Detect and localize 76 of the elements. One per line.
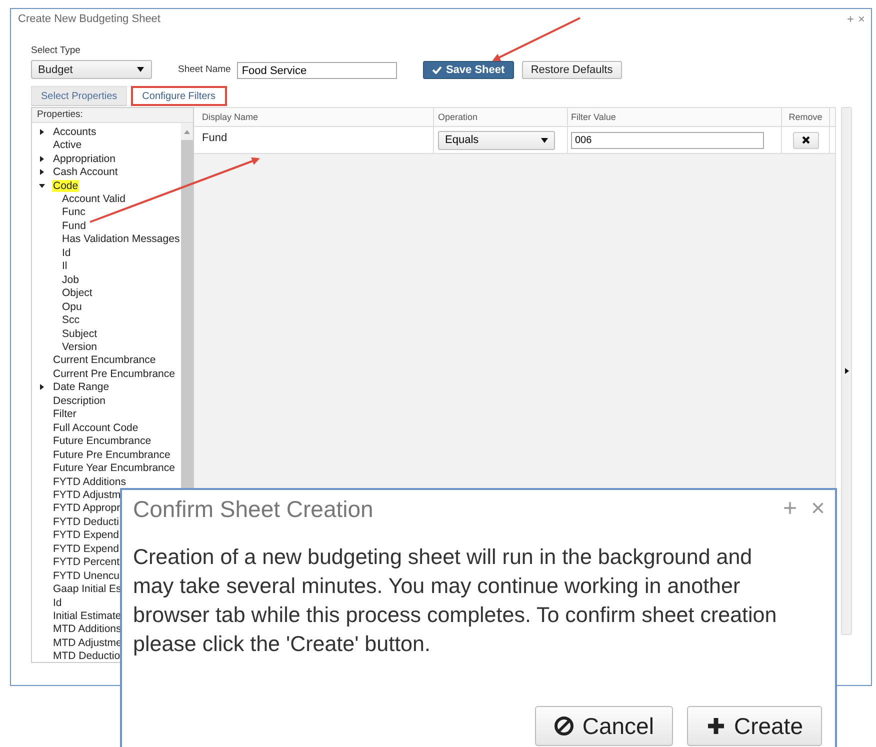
- close-icon: [802, 136, 810, 144]
- tree-item[interactable]: Code: [52, 180, 80, 192]
- tree-item[interactable]: Appropriation: [52, 152, 116, 165]
- create-button[interactable]: Create: [686, 706, 822, 746]
- tree-item[interactable]: MTD Deductio: [52, 650, 122, 662]
- sheet-name-field[interactable]: Food Service: [236, 62, 397, 79]
- column-header: Filter Value: [568, 108, 782, 126]
- column-header: Operation: [434, 108, 568, 126]
- caret-icon: [541, 138, 548, 142]
- operation-dropdown[interactable]: Equals: [438, 130, 555, 150]
- tree-item[interactable]: Filter: [52, 408, 78, 420]
- maximize-button[interactable]: +: [846, 13, 854, 25]
- tree-item[interactable]: Id: [52, 596, 63, 609]
- tree-item[interactable]: FYTD Additions: [52, 476, 127, 488]
- tree-item[interactable]: Initial Estimate: [52, 610, 122, 622]
- check-icon: [432, 66, 442, 74]
- caret-icon[interactable]: [39, 384, 45, 390]
- cancel-button[interactable]: Cancel: [535, 706, 673, 746]
- dialog-title: Confirm Sheet Creation: [133, 496, 374, 522]
- tree-item[interactable]: Active: [52, 139, 83, 152]
- caret-icon: [137, 67, 144, 72]
- tree-item[interactable]: Accounts: [52, 126, 98, 138]
- tree-item[interactable]: Fund: [61, 220, 87, 232]
- tree-item[interactable]: MTD Additions: [52, 623, 122, 636]
- save-button[interactable]: Save Sheet: [422, 61, 514, 79]
- field-label: Select Type: [31, 45, 82, 56]
- tree-item[interactable]: Version: [61, 340, 98, 353]
- tree-item[interactable]: FYTD Percent: [52, 556, 121, 568]
- tree-item[interactable]: Opu: [61, 300, 83, 313]
- tree-item[interactable]: FYTD Adjustm: [52, 488, 122, 501]
- tree-item[interactable]: Current Pre Encumbrance: [52, 368, 176, 380]
- table-cell: Fund: [194, 127, 434, 153]
- expand-icon: [844, 368, 848, 374]
- caret-icon[interactable]: [39, 156, 45, 162]
- tree-item[interactable]: Object: [61, 287, 94, 300]
- scroll-up-icon: [184, 130, 190, 134]
- tree-item[interactable]: Cash Account: [52, 166, 119, 178]
- tree-item[interactable]: FYTD Expend: [52, 542, 120, 555]
- tree-item[interactable]: Description: [52, 394, 107, 407]
- column-header: Remove: [782, 108, 830, 126]
- restore-button[interactable]: Restore Defaults: [522, 61, 622, 79]
- tree-item[interactable]: FYTD Expend: [52, 529, 120, 542]
- tree-item[interactable]: FYTD Appropr: [52, 502, 122, 514]
- tree-item[interactable]: Future Encumbrance: [52, 435, 152, 448]
- tree-item[interactable]: Has Validation Messages: [61, 233, 181, 246]
- caret-icon[interactable]: [39, 182, 45, 189]
- tree-item[interactable]: MTD Adjustme: [52, 636, 123, 649]
- tree-item[interactable]: Scc: [61, 314, 81, 326]
- tree-item[interactable]: Future Pre Encumbrance: [52, 448, 172, 461]
- field-label: Sheet Name: [178, 64, 231, 75]
- panel-header: Properties:: [32, 108, 193, 123]
- tree-item[interactable]: Account Valid: [61, 192, 126, 205]
- tab[interactable]: Select Properties: [31, 86, 128, 106]
- tab[interactable]: Configure Filters: [131, 86, 227, 106]
- tree-item[interactable]: Subject: [61, 328, 98, 340]
- caret-icon[interactable]: [39, 169, 45, 176]
- tree-item[interactable]: Func: [61, 206, 86, 218]
- tree-item[interactable]: FYTD Deducti: [52, 516, 120, 528]
- remove-button[interactable]: [792, 132, 818, 148]
- tree-item[interactable]: Full Account Code: [52, 422, 140, 434]
- tree-item[interactable]: FYTD Unencu: [52, 570, 121, 582]
- tree-item[interactable]: Current Encumbrance: [52, 354, 157, 366]
- tree-item[interactable]: Il: [61, 260, 68, 272]
- plus-icon: [706, 716, 726, 736]
- type-dropdown[interactable]: Budget: [31, 60, 152, 79]
- tree-item[interactable]: Job: [61, 274, 80, 286]
- tree-item[interactable]: Id: [61, 246, 72, 259]
- ban-icon: [554, 716, 574, 736]
- caret-icon[interactable]: [39, 128, 45, 135]
- tree-item[interactable]: Future Year Encumbrance: [52, 462, 176, 474]
- close-button[interactable]: ×: [858, 13, 865, 25]
- filter-value-field[interactable]: 006: [571, 132, 764, 148]
- dialog-message: Creation of a new budgeting sheet will run in the background and may take several minutes. You may continue working in another browser tab while this process completes. To confirm sheet creation please click the 'Create' button.: [133, 544, 778, 658]
- tree-item[interactable]: Date Range: [52, 381, 110, 394]
- column-header: Display Name: [194, 108, 434, 126]
- window-title: Create New Budgeting Sheet: [18, 13, 160, 25]
